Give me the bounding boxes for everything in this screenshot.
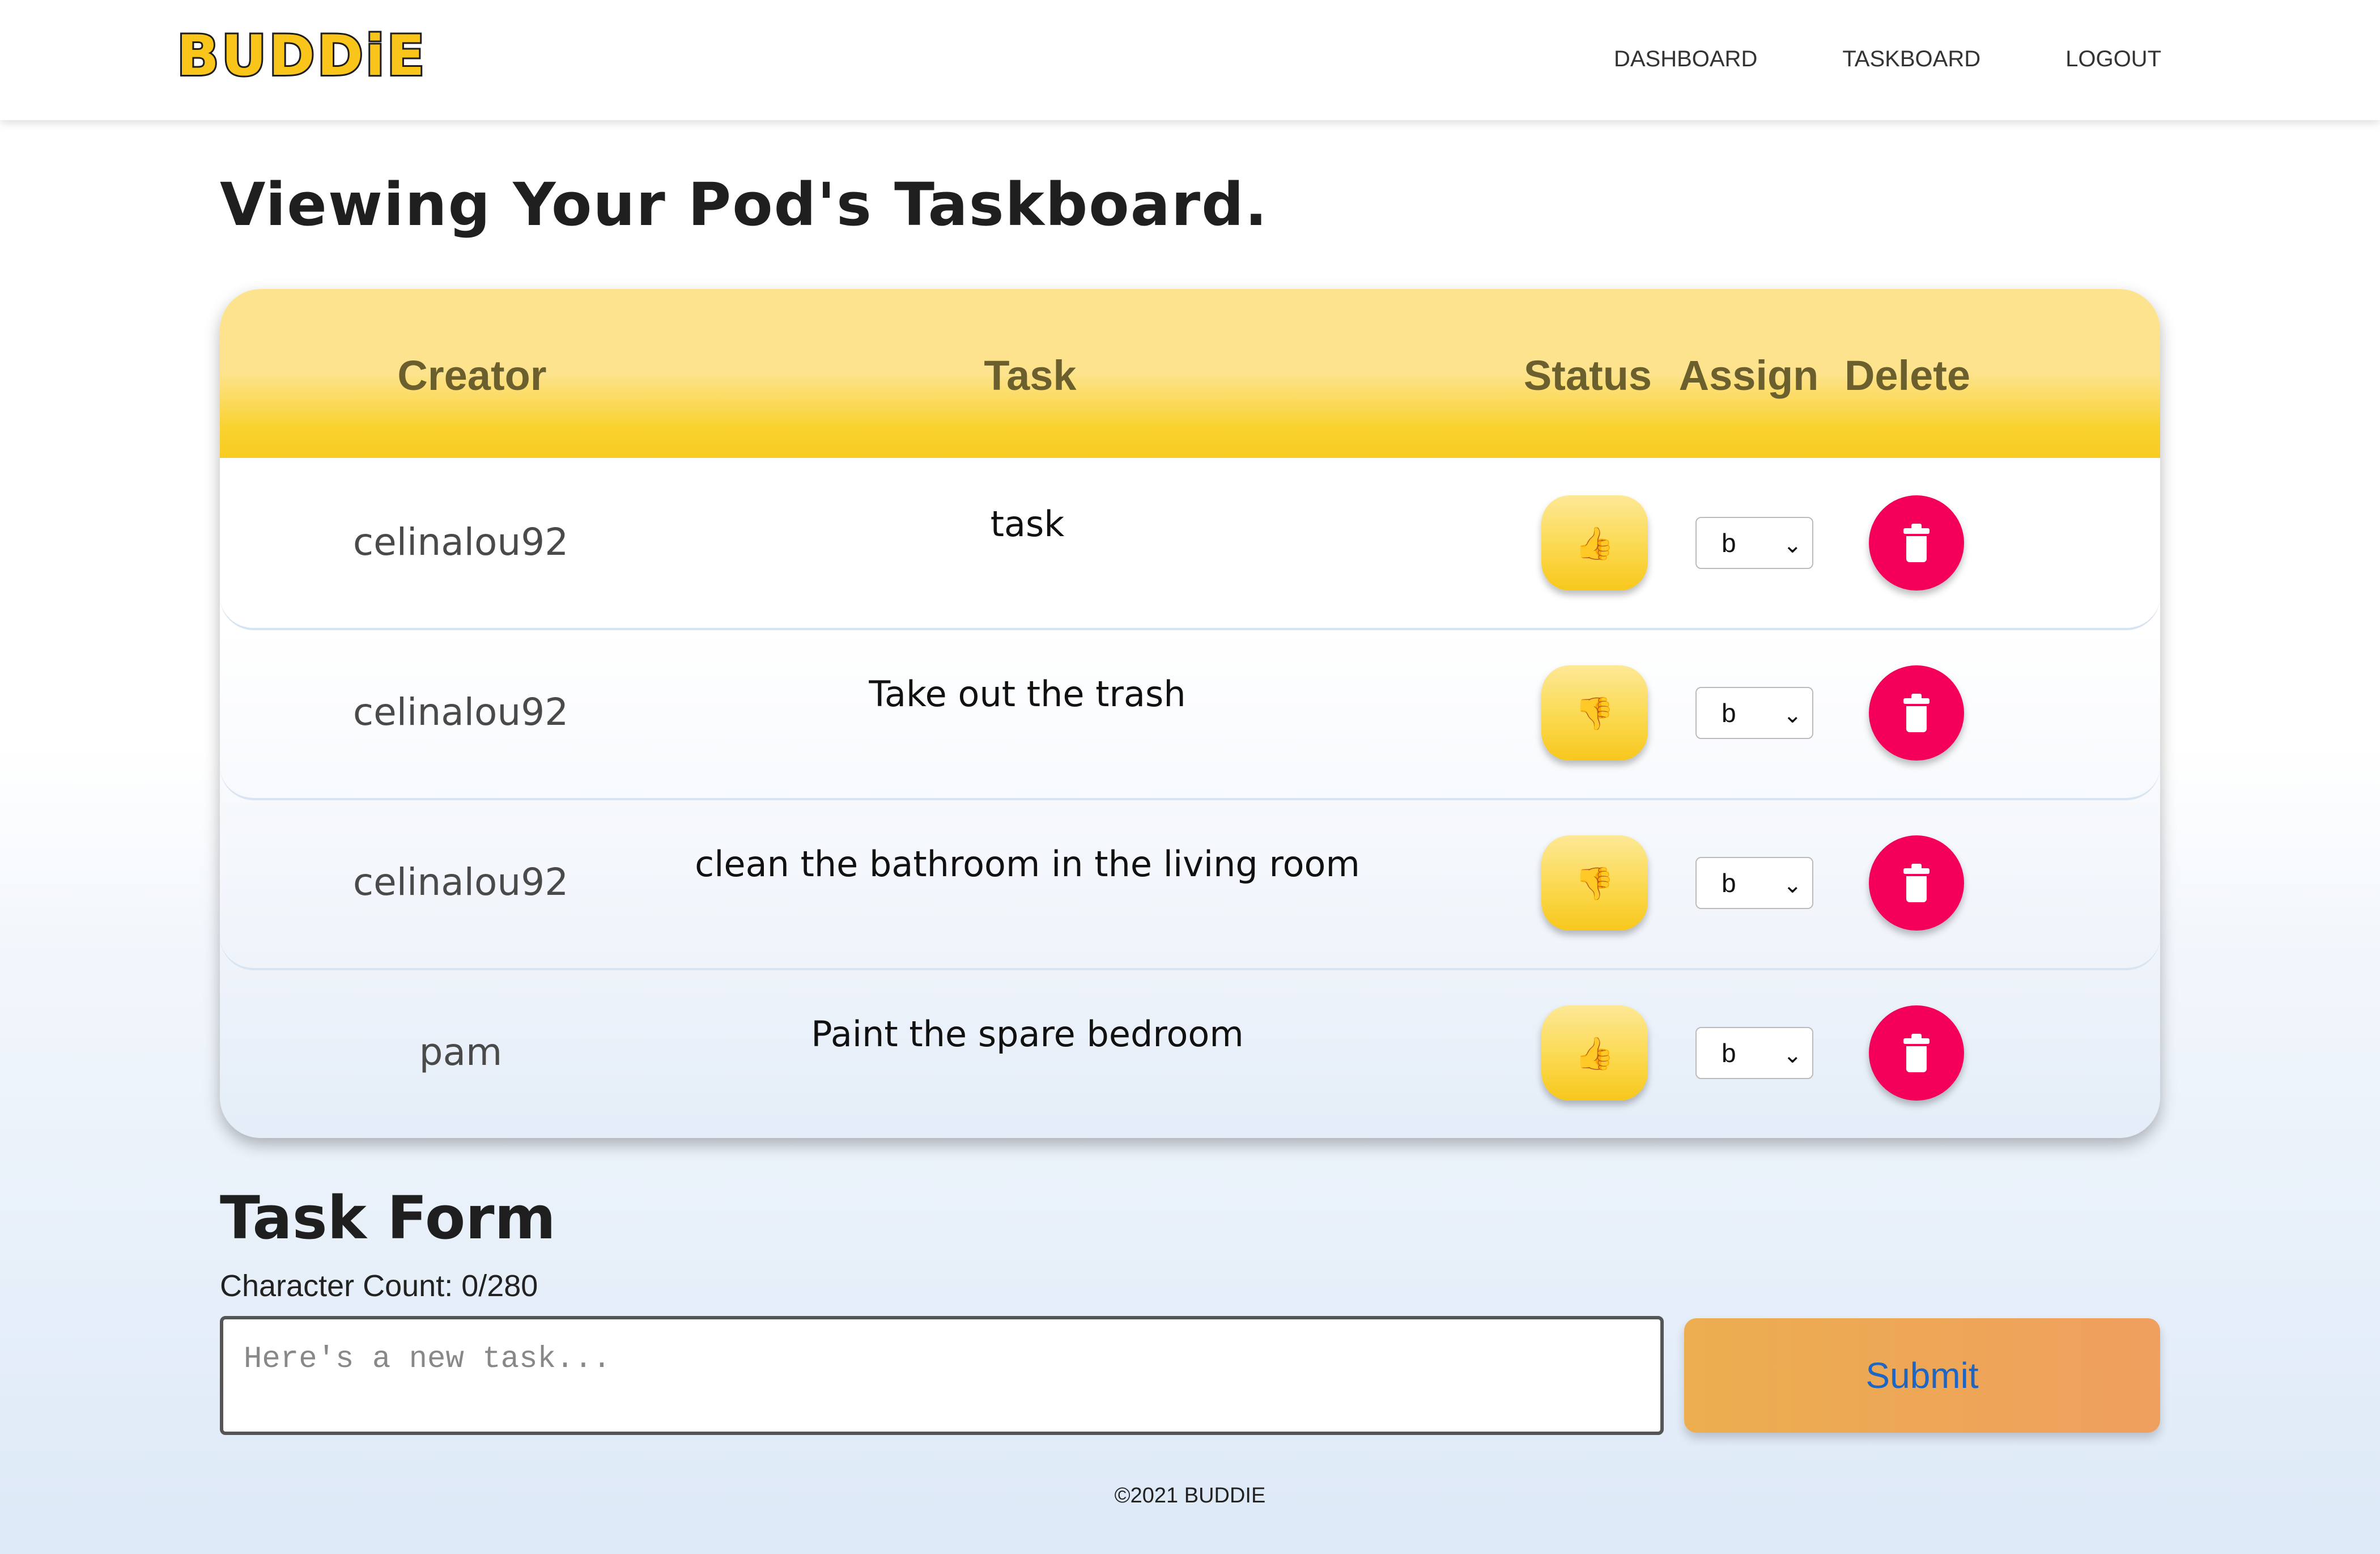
assign-select[interactable]: b ⌄ (1695, 687, 1813, 739)
delete-button[interactable] (1869, 835, 1964, 931)
row-creator: pam (419, 1030, 503, 1074)
delete-button[interactable] (1869, 1005, 1964, 1101)
submit-button[interactable]: Submit (1684, 1318, 2160, 1433)
task-form-title: Task Form (220, 1183, 556, 1252)
header-status: Status (1523, 352, 1652, 399)
row-task: task (990, 503, 1065, 545)
character-count: Character Count: 0/280 (220, 1269, 538, 1303)
assign-value: b (1722, 698, 1736, 728)
table-row: celinalou92 Take out the trash 👎 b ⌄ (220, 628, 2160, 800)
trash-icon (1903, 694, 1930, 732)
trash-icon (1903, 864, 1930, 902)
assign-select[interactable]: b ⌄ (1695, 1027, 1813, 1079)
chevron-down-icon: ⌄ (1783, 703, 1802, 728)
nav-taskboard-link[interactable]: TASKBOARD (1842, 46, 1980, 72)
table-row: pam Paint the spare bedroom 👍 b ⌄ (220, 968, 2160, 1138)
header-creator: Creator (397, 352, 547, 399)
header-assign: Assign (1678, 352, 1819, 399)
chevron-down-icon: ⌄ (1783, 1043, 1802, 1068)
nav-dashboard-link[interactable]: DASHBOARD (1614, 46, 1757, 72)
thumbs-up-status-button[interactable]: 👍 (1541, 1005, 1648, 1101)
table-row: celinalou92 task 👍 b ⌄ (220, 458, 2160, 630)
thumbs-down-status-button[interactable]: 👎 (1541, 835, 1648, 931)
header-delete: Delete (1844, 352, 1971, 399)
assign-value: b (1722, 868, 1736, 898)
thumbs-up-status-button[interactable]: 👍 (1541, 495, 1648, 591)
row-task: Take out the trash (869, 673, 1186, 715)
buddie-logo[interactable]: BUDDiE (175, 23, 427, 89)
new-task-input[interactable] (220, 1316, 1664, 1435)
delete-button[interactable] (1869, 495, 1964, 591)
chevron-down-icon: ⌄ (1783, 533, 1802, 558)
row-task: Paint the spare bedroom (811, 1013, 1244, 1055)
table-row: celinalou92 clean the bathroom in the li… (220, 798, 2160, 970)
delete-button[interactable] (1869, 665, 1964, 761)
nav-logout-link[interactable]: LOGOUT (2066, 46, 2161, 72)
trash-icon (1903, 524, 1930, 562)
assign-value: b (1722, 1038, 1736, 1068)
assign-select[interactable]: b ⌄ (1695, 857, 1813, 909)
assign-select[interactable]: b ⌄ (1695, 517, 1813, 569)
row-creator: celinalou92 (352, 690, 569, 734)
row-creator: celinalou92 (352, 860, 569, 904)
thumbs-down-status-button[interactable]: 👎 (1541, 665, 1648, 761)
nav-links: DASHBOARD TASKBOARD LOGOUT (1614, 46, 2161, 72)
row-creator: celinalou92 (352, 520, 569, 564)
trash-icon (1903, 1034, 1930, 1072)
row-task: clean the bathroom in the living room (695, 843, 1360, 885)
footer-copyright: ©2021 BUDDIE (1114, 1484, 1266, 1508)
header-task: Task (984, 352, 1077, 399)
taskboard-table: Creator Task Status Assign Delete celina… (220, 289, 2160, 1138)
assign-value: b (1722, 528, 1736, 558)
chevron-down-icon: ⌄ (1783, 873, 1802, 898)
navbar: BUDDiE DASHBOARD TASKBOARD LOGOUT (0, 0, 2380, 120)
table-header: Creator Task Status Assign Delete (220, 289, 2160, 458)
page-title: Viewing Your Pod's Taskboard. (220, 170, 1269, 239)
